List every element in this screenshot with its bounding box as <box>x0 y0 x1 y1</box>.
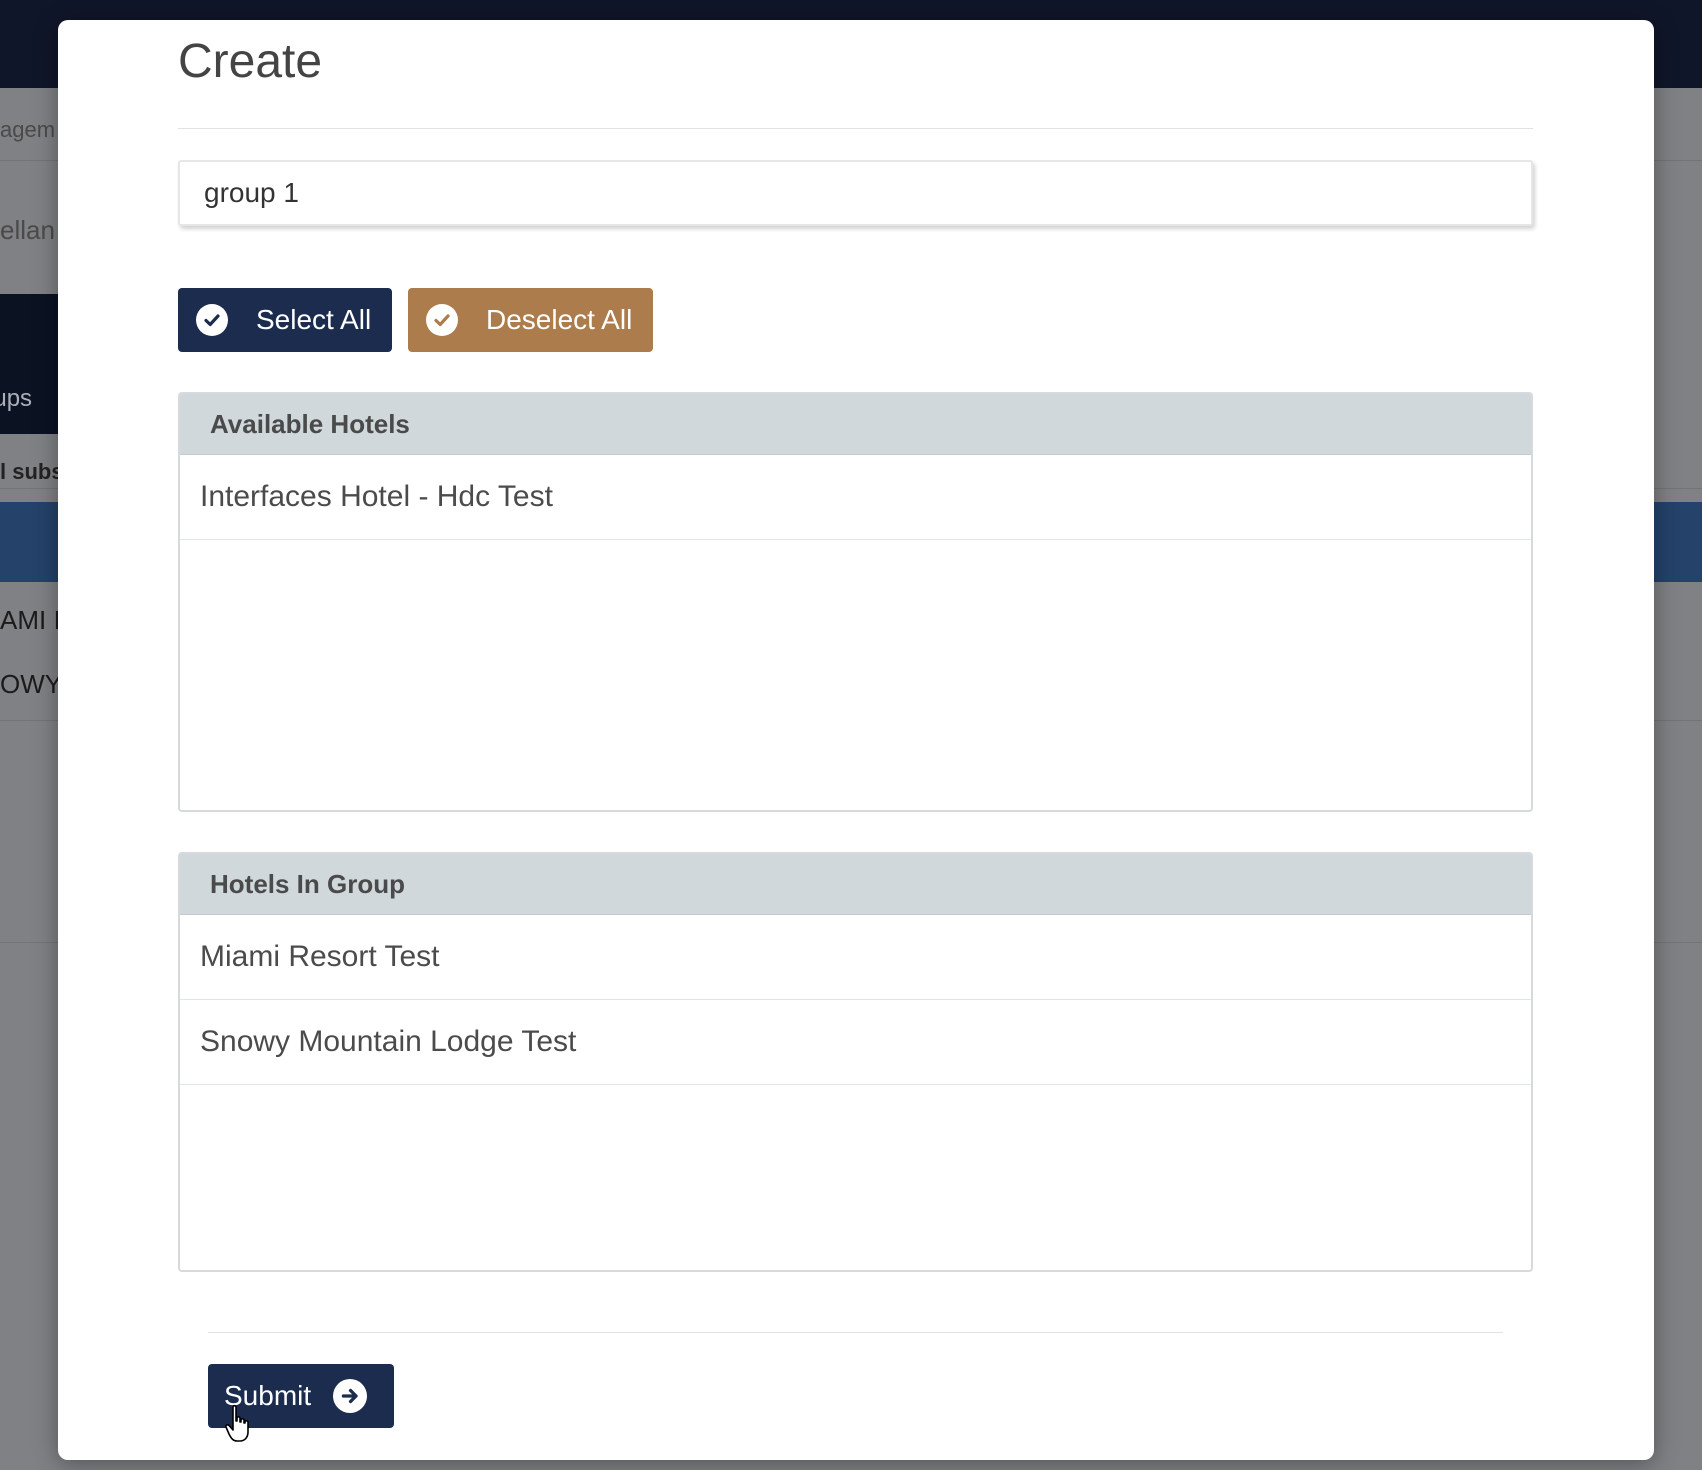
check-circle-icon <box>426 304 458 336</box>
background-nav-fragment: agem <box>0 117 56 142</box>
group-hotel-item[interactable]: Miami Resort Test <box>180 915 1531 1000</box>
background-table-header <box>0 502 60 582</box>
hotels-in-group-header: Hotels In Group <box>180 854 1531 915</box>
footer-divider <box>208 1332 1503 1333</box>
available-hotels-header: Available Hotels <box>180 394 1531 455</box>
deselect-all-label: Deselect All <box>486 304 633 335</box>
background-sidebar-fragment: oups <box>0 294 60 434</box>
background-nav-fragment: ellan <box>0 215 55 245</box>
create-group-modal: Create Select All Deselect All Available… <box>58 20 1654 1460</box>
select-all-button[interactable]: Select All <box>178 288 392 352</box>
group-hotel-item[interactable]: Snowy Mountain Lodge Test <box>180 1000 1531 1085</box>
background-heading-fragment: l subs <box>0 459 60 484</box>
background-row-fragment: AMI I <box>0 605 60 635</box>
modal-title: Create <box>178 35 323 88</box>
background-row-fragment: OWY <box>0 669 60 699</box>
background-sidebar-text: oups <box>0 385 33 412</box>
available-hotel-item[interactable]: Interfaces Hotel - Hdc Test <box>180 455 1531 540</box>
title-divider <box>178 128 1533 129</box>
hand-pointer-icon <box>225 1404 249 1442</box>
arrow-right-circle-icon <box>333 1379 368 1413</box>
background-table-header-right <box>1654 502 1702 582</box>
hotels-in-group-panel: Hotels In Group Miami Resort Test Snowy … <box>178 852 1533 1272</box>
check-circle-icon <box>196 304 228 336</box>
select-all-label: Select All <box>256 304 372 335</box>
deselect-all-button[interactable]: Deselect All <box>408 288 653 352</box>
group-name-input[interactable] <box>178 160 1533 226</box>
available-hotels-panel: Available Hotels Interfaces Hotel - Hdc … <box>178 392 1533 812</box>
